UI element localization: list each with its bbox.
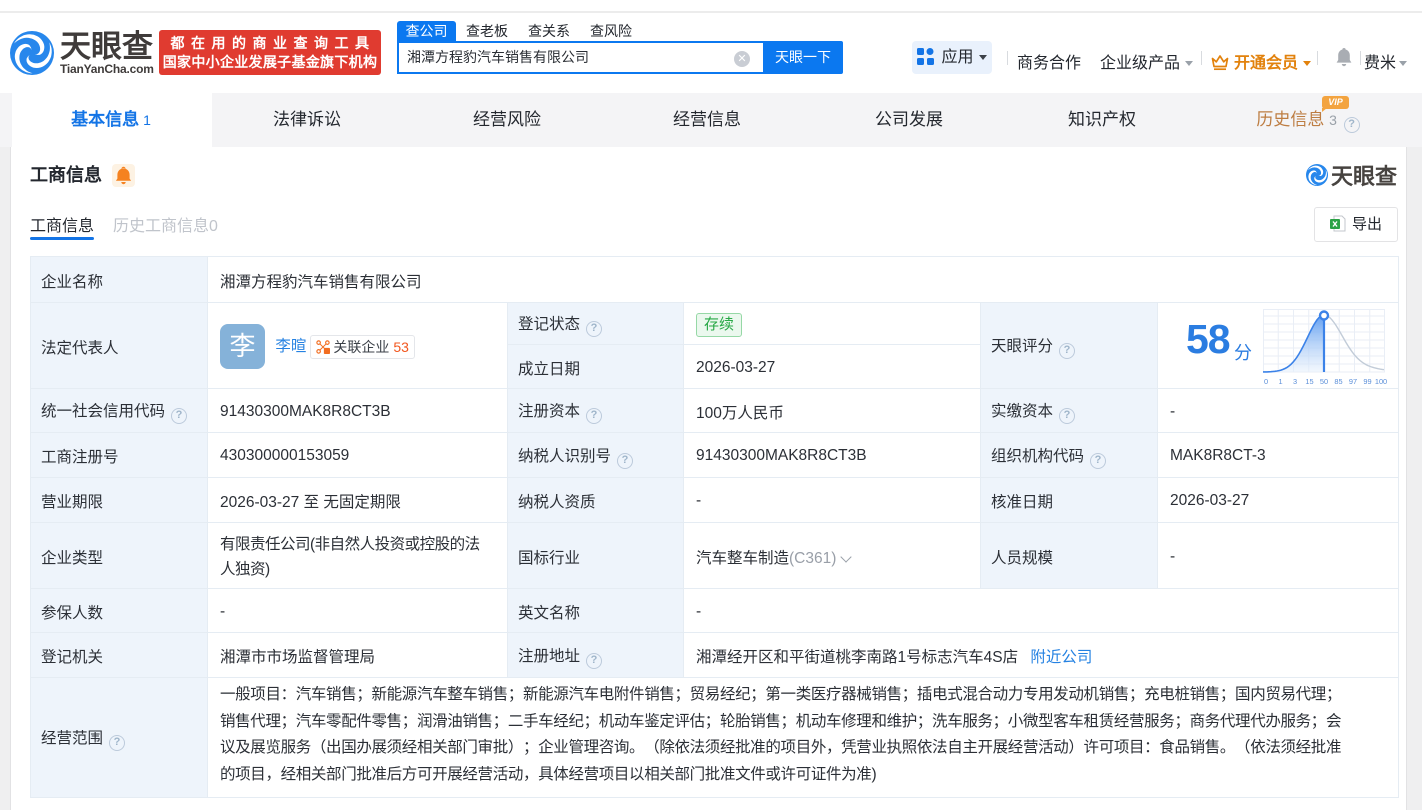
svg-text:50: 50 (1320, 377, 1328, 386)
svg-text:97: 97 (1349, 377, 1357, 386)
svg-text:1: 1 (1278, 377, 1282, 386)
svg-text:100: 100 (1375, 377, 1387, 386)
svg-text:85: 85 (1334, 377, 1342, 386)
svg-text:99: 99 (1363, 377, 1371, 386)
svg-text:15: 15 (1305, 377, 1313, 386)
svg-text:0: 0 (1264, 377, 1268, 386)
svg-text:3: 3 (1293, 377, 1297, 386)
